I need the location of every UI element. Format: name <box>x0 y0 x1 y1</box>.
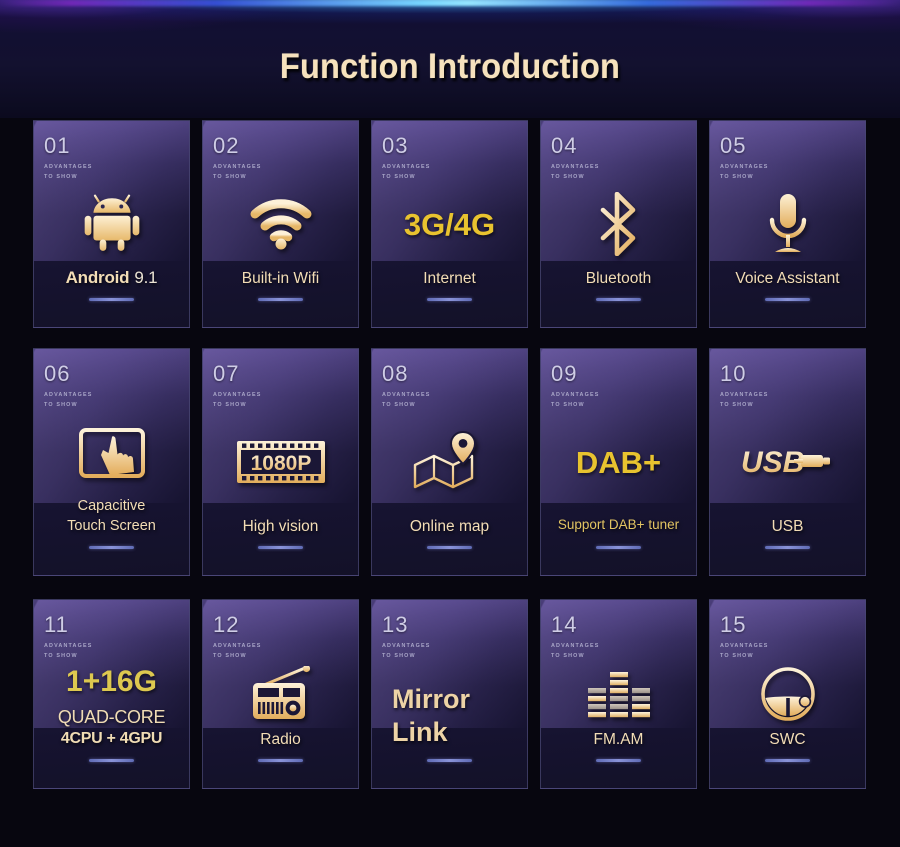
card-number: 06 <box>44 361 71 386</box>
wifi-icon <box>213 182 348 269</box>
card-subtitle: ADVANTAGES TO SHOW <box>720 164 769 180</box>
card-subtitle: ADVANTAGES TO SHOW <box>551 392 600 408</box>
card-subtitle: ADVANTAGES TO SHOW <box>213 392 262 408</box>
card-subtitle: ADVANTAGES TO SHOW <box>44 643 93 659</box>
text-dabplus: DAB+ <box>551 410 686 517</box>
feature-card-dab[interactable]: 09 ADVANTAGES TO SHOW DAB+ Support DAB+ … <box>540 348 697 576</box>
card-number: 03 <box>382 133 409 158</box>
hero-glow-line <box>0 0 900 6</box>
feature-card-wifi[interactable]: 02 ADVANTAGES TO SHOW Built-in Wifi <box>202 120 359 328</box>
bluetooth-icon <box>551 182 686 269</box>
card-title: Internet <box>423 269 476 287</box>
card-number: 10 <box>720 361 747 386</box>
card-title-line1: Capacitive <box>77 498 146 514</box>
feature-card-internet[interactable]: 03 ADVANTAGES TO SHOW 3G/4G Internet <box>371 120 528 328</box>
card-number: 15 <box>720 612 747 637</box>
card-subtitle: ADVANTAGES TO SHOW <box>44 392 93 408</box>
card-title-line2: Touch Screen <box>67 518 156 534</box>
feature-row-3: 11 ADVANTAGES TO SHOW 1+16G QUAD-CORE 4C… <box>33 599 869 789</box>
big-text-label: 3G/4G <box>403 206 496 242</box>
feature-card-radio[interactable]: 12 ADVANTAGES TO SHOW Radio <box>202 599 359 789</box>
equalizer-icon <box>551 661 686 730</box>
card-number: 13 <box>382 612 409 637</box>
feature-card-swc[interactable]: 15 ADVANTAGES TO SHOW SWC <box>709 599 866 789</box>
card-subtitle: ADVANTAGES TO SHOW <box>213 164 262 180</box>
text-mirror-link <box>382 661 517 684</box>
feature-card-bluetooth[interactable]: 04 ADVANTAGES TO SHOW Bluetooth <box>540 120 697 328</box>
card-title: Radio <box>260 730 301 748</box>
card-title-line1: QUAD-CORE <box>57 706 166 727</box>
card-number: 05 <box>720 133 747 158</box>
map-pin-icon <box>382 410 517 517</box>
text-memory: 1+16G <box>44 661 179 706</box>
feature-card-voice-assistant[interactable]: 05 ADVANTAGES TO SHOW Voice Assistant <box>709 120 866 328</box>
card-number: 01 <box>44 133 71 158</box>
android-robot-icon <box>44 182 179 267</box>
card-title: SWC <box>769 730 806 748</box>
card-subtitle: ADVANTAGES TO SHOW <box>44 164 93 180</box>
feature-card-mirror-link[interactable]: 13 ADVANTAGES TO SHOW Mirror Link <box>371 599 528 789</box>
card-subtitle: ADVANTAGES TO SHOW <box>720 392 769 408</box>
card-title-line1: Mirror <box>392 684 471 715</box>
text-3g4g: 3G/4G <box>382 182 517 269</box>
card-title-line2: Link <box>392 717 448 748</box>
card-subtitle: ADVANTAGES TO SHOW <box>382 392 431 408</box>
card-number: 09 <box>551 361 578 386</box>
card-number: 12 <box>213 612 240 637</box>
big-text-label: DAB+ <box>575 445 662 480</box>
usb-logo-icon: USB <box>720 410 855 517</box>
film-strip-1080p-icon: 1080P <box>213 410 348 517</box>
card-subtitle: ADVANTAGES TO SHOW <box>551 643 600 659</box>
card-number: 04 <box>551 133 578 158</box>
film-strip-label: 1080P <box>250 452 311 475</box>
card-title: Support DAB+ tuner <box>557 517 680 532</box>
feature-card-memory[interactable]: 11 ADVANTAGES TO SHOW 1+16G QUAD-CORE 4C… <box>33 599 190 789</box>
page-title: Function Introduction <box>279 47 621 86</box>
microphone-icon <box>720 182 855 269</box>
feature-row-2: 06 ADVANTAGES TO SHOW Capacitive Touch S… <box>33 348 869 576</box>
card-title: Online map <box>409 517 490 535</box>
card-title: Mirror Link <box>382 684 517 749</box>
feature-card-high-vision[interactable]: 07 ADVANTAGES TO SHOW 1080P High vision <box>202 348 359 576</box>
card-title-line2: 4CPU + 4GPU <box>60 730 163 747</box>
card-title: QUAD-CORE 4CPU + 4GPU <box>44 706 179 750</box>
feature-card-usb[interactable]: 10 ADVANTAGES TO SHOW USB USB <box>709 348 866 576</box>
card-number: 08 <box>382 361 409 386</box>
card-title: Bluetooth <box>585 269 652 287</box>
big-text-label: 1+16G <box>66 665 157 699</box>
card-subtitle: ADVANTAGES TO SHOW <box>720 643 769 659</box>
card-title: Built-in Wifi <box>241 269 320 287</box>
card-title: Voice Assistant <box>735 269 840 287</box>
card-title: Android 9.1 <box>65 267 158 287</box>
card-subtitle: ADVANTAGES TO SHOW <box>551 164 600 180</box>
feature-card-android[interactable]: 01 ADVANTAGES TO SHOW Android 9.1 <box>33 120 190 328</box>
card-number: 14 <box>551 612 578 637</box>
feature-card-fm-am[interactable]: 14 ADVANTAGES TO SHOW FM.AM <box>540 599 697 789</box>
radio-icon <box>213 661 348 730</box>
card-subtitle: ADVANTAGES TO SHOW <box>382 164 431 180</box>
card-title: Capacitive Touch Screen <box>44 497 179 536</box>
feature-row-1: 01 ADVANTAGES TO SHOW Android 9.1 02 ADV… <box>33 120 869 328</box>
steering-wheel-icon <box>720 661 855 730</box>
android-version: 9.1 <box>134 267 158 287</box>
card-title: High vision <box>242 517 319 535</box>
card-title: FM.AM <box>593 730 644 748</box>
card-subtitle: ADVANTAGES TO SHOW <box>213 643 262 659</box>
card-number: 11 <box>44 612 69 637</box>
card-title: USB <box>771 517 804 535</box>
card-subtitle: ADVANTAGES TO SHOW <box>382 643 431 659</box>
feature-card-online-map[interactable]: 08 ADVANTAGES TO SHOW Online map <box>371 348 528 576</box>
feature-grid: 01 ADVANTAGES TO SHOW Android 9.1 02 ADV… <box>33 120 869 789</box>
card-number: 02 <box>213 133 240 158</box>
touch-screen-icon <box>44 410 179 497</box>
card-number: 07 <box>213 361 240 386</box>
feature-card-touch-screen[interactable]: 06 ADVANTAGES TO SHOW Capacitive Touch S… <box>33 348 190 576</box>
function-introduction-page: Function Introduction 01 ADVANTAGES TO S… <box>0 0 900 847</box>
